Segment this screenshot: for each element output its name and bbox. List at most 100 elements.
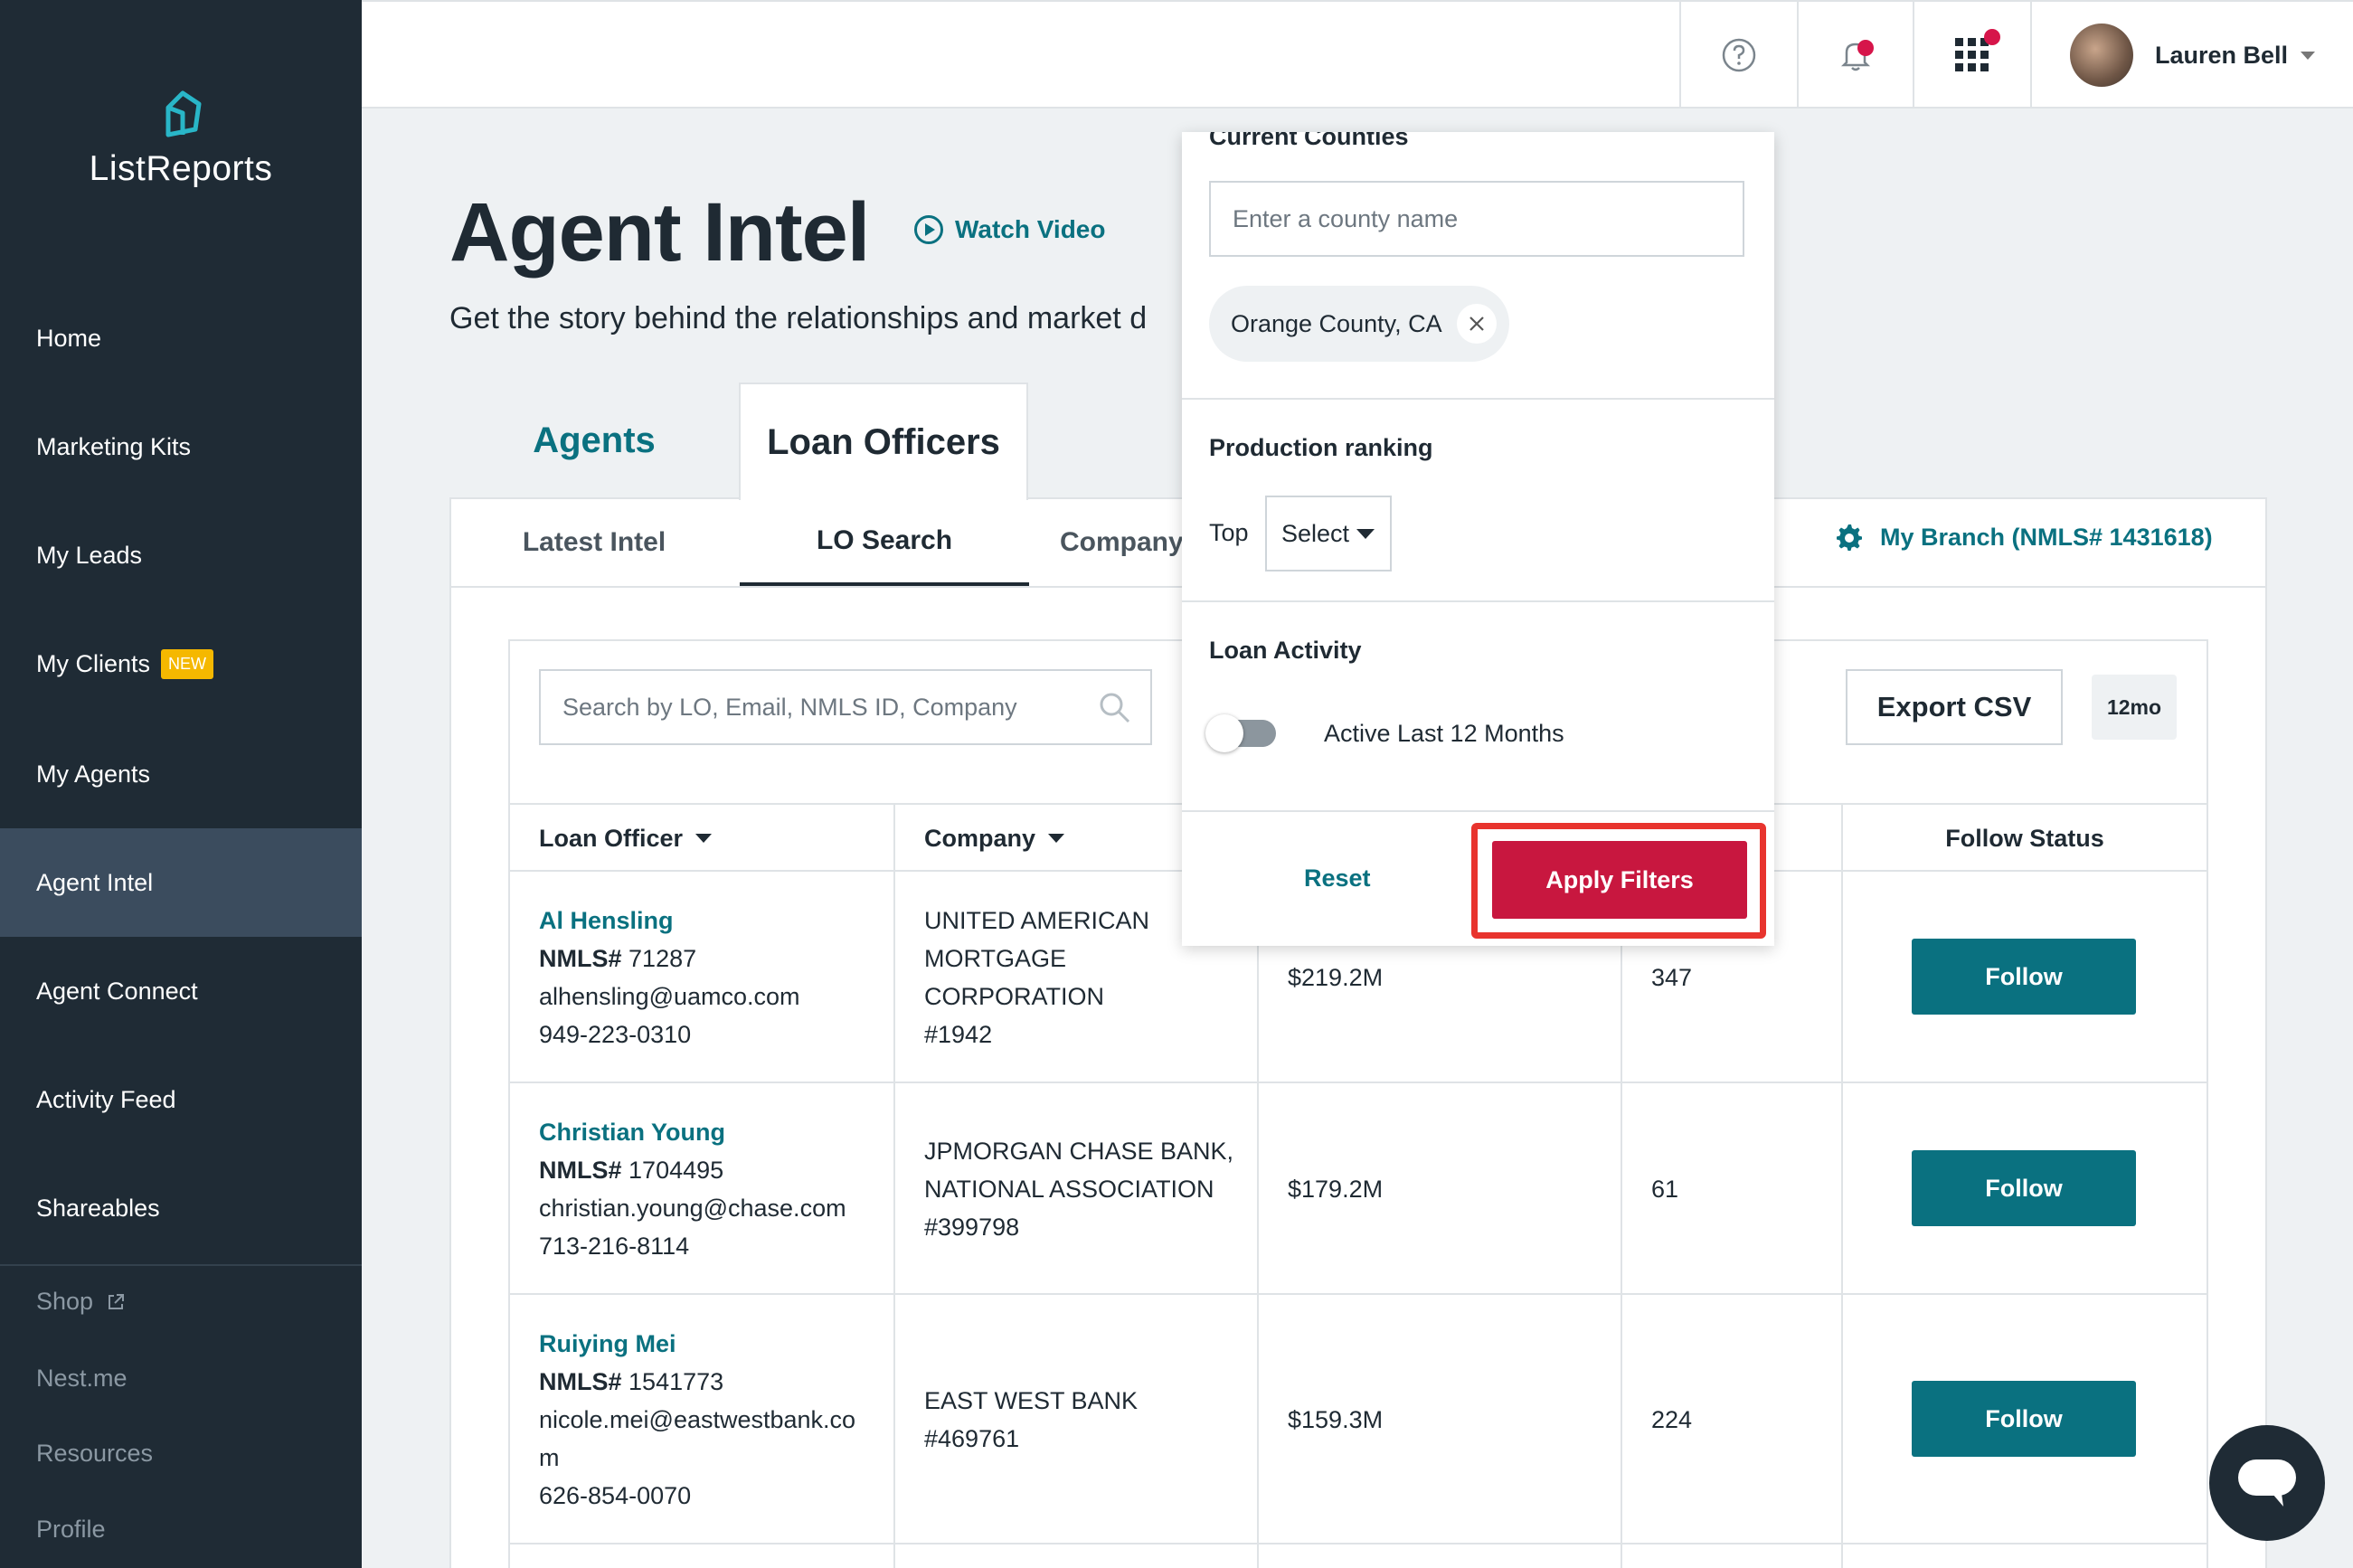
column-header-label: Loan Officer [539, 824, 684, 852]
watch-video-label: Watch Video [955, 215, 1106, 243]
table-row-lo-cell: Al Hensling NMLS# 71287 alhensling@uamco… [539, 902, 800, 1053]
subtab-latest-intel[interactable]: Latest Intel [449, 499, 739, 586]
user-menu[interactable]: Lauren Bell [2030, 2, 2353, 109]
volume-cell: $179.2M [1288, 1176, 1384, 1203]
sidebar-item-profile[interactable]: Profile [36, 1516, 106, 1544]
sidebar-item-label: Marketing Kits [36, 432, 192, 460]
units-cell: 347 [1651, 964, 1693, 991]
sidebar-item-label: Agent Intel [36, 868, 154, 896]
sort-down-icon [1048, 834, 1065, 843]
help-button[interactable] [1679, 2, 1797, 109]
chevron-down-icon [1356, 528, 1375, 539]
notifications-button[interactable] [1797, 2, 1913, 109]
nmls-number: 1704495 [628, 1157, 724, 1184]
sidebar-item-marketing-kits[interactable]: Marketing Kits [0, 392, 362, 501]
sidebar-item-my-leads[interactable]: My Leads [0, 501, 362, 609]
subtab-lo-search[interactable]: LO Search [740, 499, 1029, 586]
company-line: MORTGAGE [924, 945, 1067, 972]
sidebar-item-shop[interactable]: Shop [36, 1288, 126, 1316]
sidebar-item-agent-connect[interactable]: Agent Connect [0, 937, 362, 1045]
period-toggle[interactable]: 12mo [2092, 675, 2177, 740]
page-subtitle: Get the story behind the relationships a… [449, 301, 1148, 335]
company-line: #469761 [924, 1425, 1020, 1452]
export-csv-button[interactable]: Export CSV [1846, 669, 2063, 745]
sidebar-item-my-agents[interactable]: My Agents [0, 720, 362, 828]
sidebar-item-home[interactable]: Home [0, 284, 362, 392]
company-cell: JPMORGAN CHASE BANK, NATIONAL ASSOCIATIO… [924, 1132, 1233, 1246]
company-line: #1942 [924, 1021, 993, 1048]
lo-phone: 949-223-0310 [539, 1021, 692, 1048]
reset-button[interactable]: Reset [1304, 864, 1371, 893]
top-label: Top [1209, 519, 1249, 546]
company-line: CORPORATION [924, 983, 1105, 1010]
chat-button[interactable] [2209, 1425, 2325, 1541]
sidebar-divider [0, 1264, 362, 1266]
sidebar-item-shareables[interactable]: Shareables [0, 1154, 362, 1262]
my-branch-link[interactable]: My Branch (NMLS# 1431618) [1833, 522, 2213, 553]
active-12-months-toggle[interactable] [1205, 714, 1276, 752]
follow-button[interactable]: Follow [1912, 1381, 2136, 1457]
loan-activity-heading: Loan Activity [1209, 637, 1362, 664]
volume-cell: $219.2M [1288, 964, 1384, 991]
sidebar-item-nestme[interactable]: Nest.me [36, 1365, 128, 1393]
logo[interactable]: ListReports [0, 86, 362, 189]
sidebar-item-label: Profile [36, 1516, 106, 1543]
sidebar-item-label: Home [36, 324, 102, 352]
sidebar-item-label: Agent Connect [36, 977, 198, 1005]
close-icon [1469, 316, 1484, 331]
apps-dot [1984, 29, 2000, 45]
column-header-label: Company [924, 824, 1036, 852]
watch-video-link[interactable]: Watch Video [913, 214, 1105, 245]
sidebar-item-label: My Clients [36, 649, 151, 677]
dropdown-divider [1182, 600, 1774, 602]
dropdown-divider [1182, 810, 1774, 812]
dropdown-divider [1182, 398, 1774, 400]
play-icon [914, 215, 943, 244]
sidebar-item-label: Nest.me [36, 1365, 128, 1392]
lo-phone: 713-216-8114 [539, 1233, 690, 1260]
follow-button[interactable]: Follow [1912, 1150, 2136, 1226]
company-line: #399798 [924, 1214, 1020, 1241]
company-line: EAST WEST BANK [924, 1387, 1139, 1414]
column-header-company[interactable]: Company [924, 805, 1065, 872]
topbar: Lauren Bell [362, 0, 2353, 109]
subtab-company[interactable]: Company [1029, 499, 1192, 586]
dropdown-clipped-heading: Current Counties [1182, 132, 1774, 148]
ranking-select[interactable]: Select [1265, 496, 1392, 571]
lo-name-link[interactable]: Al Hensling [539, 902, 800, 940]
nmls-prefix: NMLS# [539, 1368, 622, 1395]
my-branch-label: My Branch (NMLS# 1431618) [1880, 523, 2213, 551]
follow-button[interactable]: Follow [1912, 939, 2136, 1015]
nmls-number: 1541773 [628, 1368, 724, 1395]
tab-loan-officers[interactable]: Loan Officers [739, 383, 1028, 500]
sidebar-item-label: Activity Feed [36, 1085, 176, 1113]
chevron-down-icon [2301, 51, 2316, 60]
sort-down-icon [695, 834, 713, 843]
column-header-label: Follow Status [1945, 824, 2104, 852]
search-icon [1100, 693, 1130, 723]
new-badge: NEW [161, 648, 214, 679]
remove-chip-button[interactable] [1456, 304, 1497, 344]
tab-agents[interactable]: Agents [449, 383, 739, 498]
lo-name-link[interactable]: Ruiying Mei [539, 1325, 855, 1363]
sidebar-item-agent-intel[interactable]: Agent Intel [0, 828, 362, 937]
lo-phone: 626-854-0070 [539, 1482, 692, 1509]
sidebar-item-label: Resources [36, 1440, 154, 1467]
lo-search-input[interactable]: Search by LO, Email, NMLS ID, Company [539, 669, 1152, 745]
page-title: Agent Intel [449, 186, 870, 279]
lo-name-link[interactable]: Christian Young [539, 1113, 846, 1151]
apply-filters-button[interactable]: Apply Filters [1492, 841, 1747, 919]
sidebar-item-activity-feed[interactable]: Activity Feed [0, 1045, 362, 1154]
lo-email: nicole.mei@eastwestbank.co [539, 1406, 856, 1433]
company-line: JPMORGAN CHASE BANK, [924, 1138, 1234, 1165]
logo-icon [165, 90, 202, 137]
sidebar-item-label: My Leads [36, 541, 143, 569]
sidebar-item-resources[interactable]: Resources [36, 1440, 153, 1468]
table-border [508, 1293, 2208, 1295]
toggle-knob [1205, 714, 1243, 752]
sidebar-item-my-clients[interactable]: My Clients NEW [0, 609, 362, 718]
table-row-lo-cell: Christian Young NMLS# 1704495 christian.… [539, 1113, 846, 1265]
apps-button[interactable] [1913, 2, 2030, 109]
county-input[interactable]: Enter a county name [1209, 181, 1744, 257]
column-header-loan-officer[interactable]: Loan Officer [539, 805, 713, 872]
